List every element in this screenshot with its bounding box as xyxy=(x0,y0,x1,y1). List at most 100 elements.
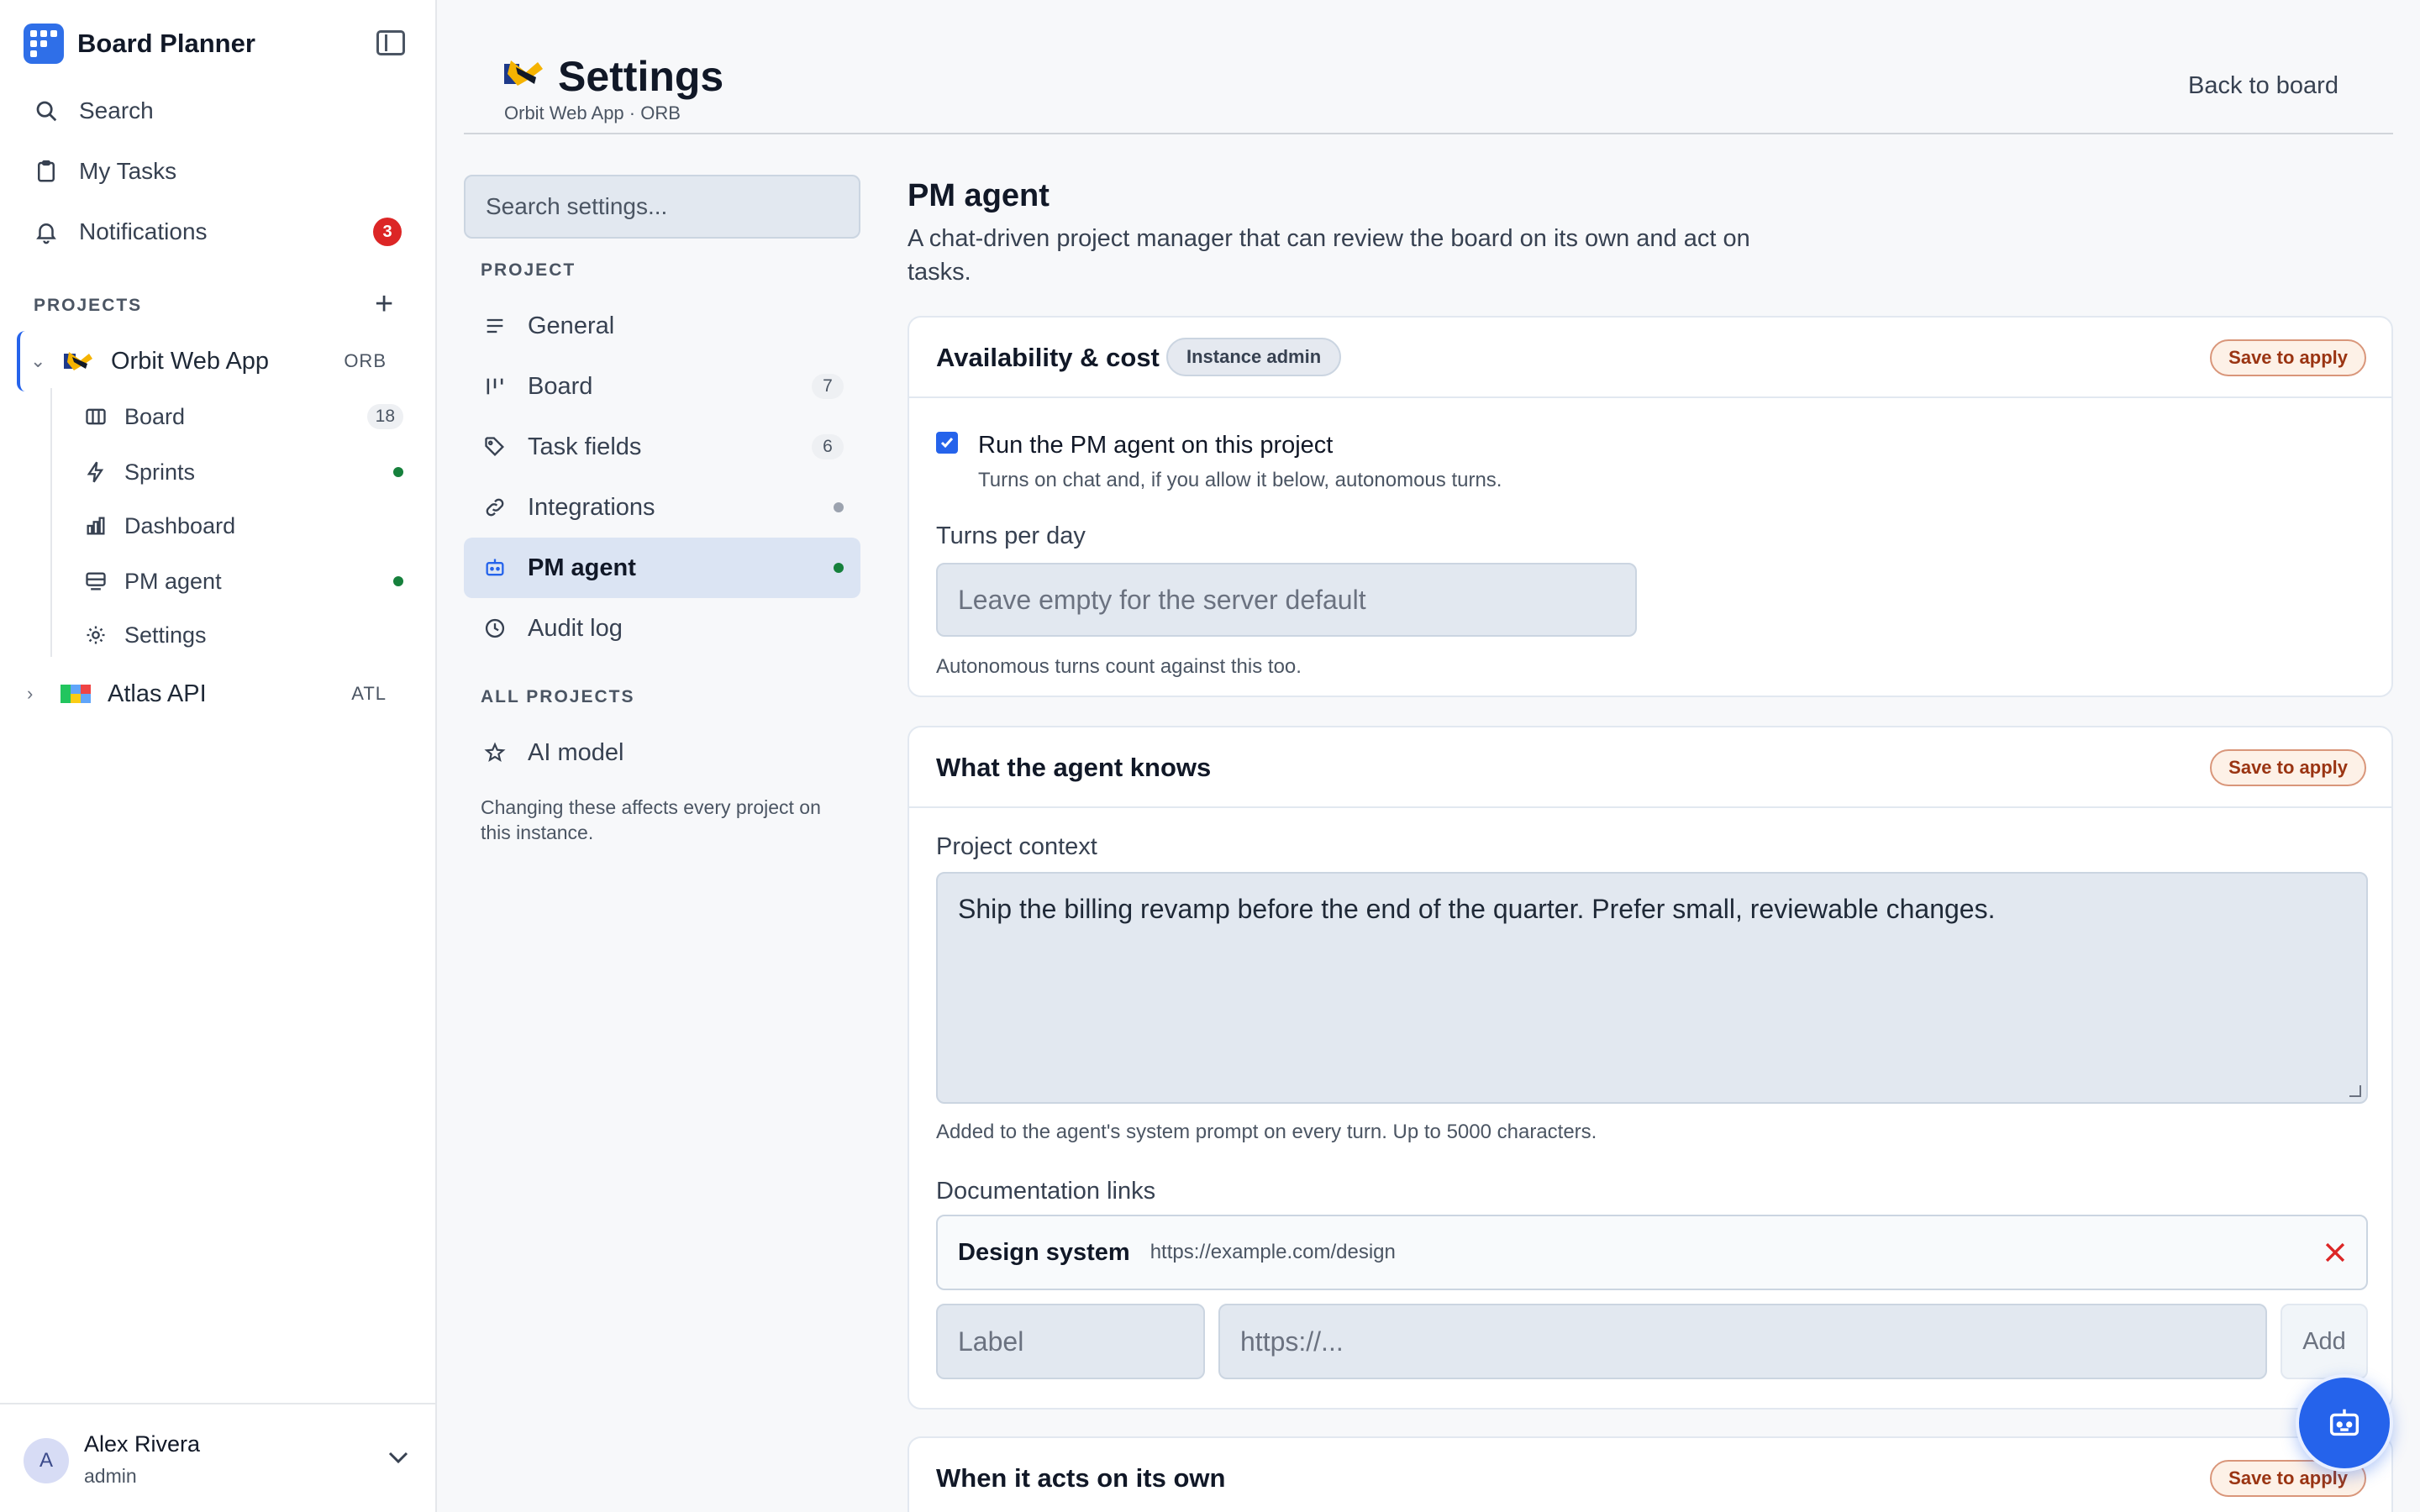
settings-nav-integrations[interactable]: Integrations xyxy=(464,477,860,538)
clock-icon xyxy=(482,616,508,641)
doc-link-label: Design system xyxy=(958,1238,1130,1266)
run-agent-checkbox[interactable] xyxy=(936,432,958,454)
project-key: ORB xyxy=(344,350,387,371)
doc-link-item: Design system https://example.com/design xyxy=(936,1215,2368,1290)
card-header: What the agent knows Save to apply xyxy=(909,727,2391,808)
settings-nav-ai-model[interactable]: AI model xyxy=(464,722,860,783)
save-to-apply-badge: Save to apply xyxy=(2210,749,2366,786)
board-count-badge: 18 xyxy=(366,404,403,429)
pm-agent-status-dot xyxy=(393,576,403,586)
sidebar-collapse-icon[interactable] xyxy=(376,30,405,55)
settings-search-input[interactable] xyxy=(464,175,860,239)
robot-icon xyxy=(2329,1409,2360,1436)
project-tree-line xyxy=(50,388,52,657)
brand[interactable]: Board Planner xyxy=(24,24,255,64)
card-title: Availability & cost xyxy=(936,343,1160,372)
notifications-count-badge: 3 xyxy=(373,218,402,246)
project-section-label: PROJECT xyxy=(481,260,576,280)
task-fields-count: 6 xyxy=(812,434,844,459)
chevron-right-icon[interactable]: › xyxy=(27,683,47,705)
page-subtitle: Orbit Web App · ORB xyxy=(504,102,681,123)
bell-icon xyxy=(34,219,59,244)
page-header: Settings Orbit Web App · ORB Back to boa… xyxy=(464,0,2393,134)
project-context-value: Ship the billing revamp before the end o… xyxy=(958,894,1996,924)
projects-section-label: PROJECTS xyxy=(34,296,143,315)
settings-nav-task-fields[interactable]: Task fields 6 xyxy=(464,417,860,477)
project-context-help: Added to the agent's system prompt on ev… xyxy=(936,1121,1597,1143)
columns-icon xyxy=(482,374,508,399)
chevron-down-icon[interactable]: ⌄ xyxy=(30,350,50,372)
section-title: PM agent xyxy=(908,178,1050,213)
project-name: Atlas API xyxy=(108,680,207,707)
nav-my-tasks[interactable]: My Tasks xyxy=(34,153,176,190)
project-key: ATL xyxy=(351,683,387,704)
project-orbit-web-app[interactable]: ⌄ Orbit Web App ORB xyxy=(17,331,420,391)
chevron-down-icon[interactable] xyxy=(387,1448,410,1472)
avatar: A xyxy=(24,1438,69,1483)
save-to-apply-badge: Save to apply xyxy=(2210,339,2366,376)
gear-icon xyxy=(84,623,108,647)
card-title: What the agent knows xyxy=(936,753,1212,782)
project-flag-icon xyxy=(64,352,92,370)
settings-nav-general[interactable]: General xyxy=(464,296,860,356)
pm-agent-status-dot xyxy=(834,563,844,573)
lines-icon xyxy=(482,313,508,339)
turns-per-day-help: Autonomous turns count against this too. xyxy=(936,655,1302,678)
user-name: Alex Rivera xyxy=(84,1431,201,1457)
user-role: admin xyxy=(84,1465,137,1487)
user-menu[interactable]: A Alex Rivera admin xyxy=(0,1403,437,1512)
project-map-icon xyxy=(60,685,91,703)
project-nav-pm-agent[interactable]: PM agent xyxy=(84,563,222,600)
resize-handle-icon[interactable] xyxy=(2349,1085,2361,1097)
integrations-status-dot xyxy=(834,502,844,512)
tag-icon xyxy=(482,434,508,459)
board-icon xyxy=(84,405,108,428)
doc-link-url[interactable]: https://example.com/design xyxy=(1150,1241,1396,1264)
card-header: Availability & cost Instance admin Save … xyxy=(909,318,2391,398)
clipboard-icon xyxy=(34,159,59,184)
availability-card: Availability & cost Instance admin Save … xyxy=(908,316,2393,697)
settings-nav-pm-agent[interactable]: PM agent xyxy=(464,538,860,598)
knowledge-card: What the agent knows Save to apply Proje… xyxy=(908,726,2393,1410)
project-context-label: Project context xyxy=(936,833,1097,860)
card-header: When it acts on its own Save to apply xyxy=(909,1438,2391,1512)
settings-nav-integrations-label: Integrations xyxy=(528,493,655,521)
project-nav-dashboard[interactable]: Dashboard xyxy=(84,507,235,544)
run-agent-label[interactable]: Run the PM agent on this project xyxy=(978,432,1333,459)
project-nav-board-label: Board xyxy=(124,403,186,429)
settings-nav-audit-log[interactable]: Audit log xyxy=(464,598,860,659)
sprints-status-dot xyxy=(393,467,403,477)
add-link-button[interactable]: Add xyxy=(2281,1304,2368,1379)
lightning-icon xyxy=(84,460,108,484)
settings-nav-board[interactable]: Board 7 xyxy=(464,356,860,417)
robot-icon xyxy=(482,555,508,580)
project-nav-board[interactable]: Board xyxy=(84,398,185,435)
all-projects-note: Changing these affects every project on … xyxy=(481,796,821,843)
autonomy-card: When it acts on its own Save to apply xyxy=(908,1436,2393,1512)
project-flag-icon xyxy=(504,60,543,86)
add-project-icon[interactable]: + xyxy=(375,288,393,320)
back-to-board-link[interactable]: Back to board xyxy=(2188,72,2338,100)
project-nav-settings-label: Settings xyxy=(124,622,207,648)
new-link-url-input[interactable] xyxy=(1218,1304,2267,1379)
project-nav-pm-agent-label: PM agent xyxy=(124,568,222,594)
sidebar: Board Planner Search My Tasks Notificati… xyxy=(0,0,437,1512)
project-context-textarea[interactable]: Ship the billing revamp before the end o… xyxy=(936,872,2368,1104)
section-description: A chat-driven project manager that can r… xyxy=(908,225,1750,286)
project-nav-settings[interactable]: Settings xyxy=(84,617,207,654)
nav-search-label: Search xyxy=(79,97,154,123)
turns-per-day-input[interactable] xyxy=(936,563,1637,637)
new-link-label-input[interactable] xyxy=(936,1304,1205,1379)
nav-notifications[interactable]: Notifications xyxy=(34,213,208,250)
pm-agent-chat-button[interactable] xyxy=(2296,1374,2393,1472)
nav-my-tasks-label: My Tasks xyxy=(79,158,177,184)
remove-link-close-icon[interactable] xyxy=(2321,1238,2349,1267)
settings-nav-pm-agent-label: PM agent xyxy=(528,554,636,581)
project-nav-sprints[interactable]: Sprints xyxy=(84,454,195,491)
project-nav-dashboard-label: Dashboard xyxy=(124,512,236,538)
project-name: Orbit Web App xyxy=(111,347,270,375)
nav-search[interactable]: Search xyxy=(34,92,154,129)
project-atlas-api[interactable]: › Atlas API ATL xyxy=(17,664,420,724)
chart-icon xyxy=(84,514,108,538)
app-title: Board Planner xyxy=(77,29,255,58)
